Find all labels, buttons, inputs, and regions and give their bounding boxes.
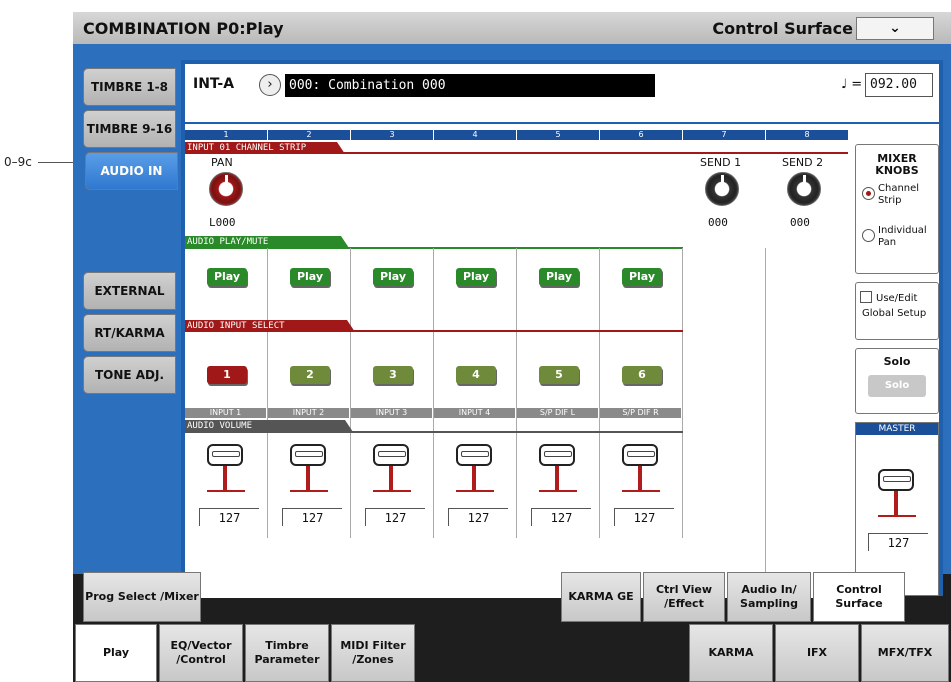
channel-number: 2 <box>268 130 350 140</box>
tab-timbre-9-16[interactable]: TIMBRE 9-16 <box>83 110 176 148</box>
send1-label: SEND 1 <box>700 156 742 169</box>
channel-number: 8 <box>766 130 848 140</box>
divider <box>185 330 683 332</box>
input-select-button[interactable]: 1 <box>207 366 247 384</box>
tab-audio-in[interactable]: AUDIO IN <box>85 152 178 190</box>
title-bar: COMBINATION P0:Play Control Surface ⌄ <box>73 12 951 44</box>
channel-number: 6 <box>600 130 682 140</box>
pan-knob[interactable] <box>209 172 243 206</box>
volume-value: 127 <box>199 508 259 526</box>
channel-strip-radio[interactable] <box>862 187 875 200</box>
send2-label: SEND 2 <box>782 156 824 169</box>
play-button[interactable]: Play <box>622 268 662 286</box>
divider <box>185 152 848 154</box>
chevron-down-icon: ⌄ <box>889 20 901 36</box>
play-button[interactable]: Play <box>539 268 579 286</box>
tempo-label: ♩ = <box>841 77 863 92</box>
tab-timbre-1-8[interactable]: TIMBRE 1-8 <box>83 68 176 106</box>
mixer-knobs-title: MIXER KNOBS <box>875 152 919 177</box>
input-select-button[interactable]: 5 <box>539 366 579 384</box>
mode-tab-karma[interactable]: KARMA <box>689 624 773 682</box>
master-label: MASTER <box>856 423 938 435</box>
solo-panel: Solo Solo <box>855 348 939 414</box>
program-select-arrow-icon[interactable]: › <box>259 74 281 96</box>
channel-number: 3 <box>351 130 433 140</box>
input-label: INPUT 2 <box>268 408 349 418</box>
tab-tone-adj[interactable]: TONE ADJ. <box>83 356 176 394</box>
tab-control-surface[interactable]: Control Surface <box>813 572 905 622</box>
mode-tab-midi-filter-zones[interactable]: MIDI Filter /Zones <box>331 624 415 682</box>
tab-ctrl-view-effect[interactable]: Ctrl View /Effect <box>643 572 725 622</box>
channel-number: 1 <box>185 130 267 140</box>
page-menu-title: Control Surface <box>712 19 853 38</box>
content-panel: INT-A › 000: Combination 000 ♩ = 092.00 … <box>181 60 943 598</box>
send1-knob[interactable] <box>705 172 739 206</box>
play-button[interactable]: Play <box>456 268 496 286</box>
mode-tab-mfx-tfx[interactable]: MFX/TFX <box>861 624 949 682</box>
main-area: TIMBRE 1-8 TIMBRE 9-16 AUDIO IN EXTERNAL… <box>73 44 951 598</box>
input-label: INPUT 3 <box>351 408 432 418</box>
global-setup-panel[interactable]: Use/Edit Global Setup <box>855 282 939 340</box>
channel-number: 7 <box>683 130 765 140</box>
volume-value: 127 <box>282 508 342 526</box>
mode-tab-eq-vector-control[interactable]: EQ/Vector /Control <box>159 624 243 682</box>
tab-audio-in-sampling[interactable]: Audio In/ Sampling <box>727 572 811 622</box>
window: COMBINATION P0:Play Control Surface ⌄ TI… <box>73 12 951 682</box>
individual-pan-label: Individual Pan <box>878 225 927 248</box>
callout-label: 0–9c <box>4 155 32 169</box>
solo-title: Solo <box>883 355 911 368</box>
tempo-field[interactable]: 092.00 <box>865 73 933 97</box>
input-select-button[interactable]: 4 <box>456 366 496 384</box>
program-name[interactable]: 000: Combination 000 <box>285 74 655 97</box>
input-select-button[interactable]: 6 <box>622 366 662 384</box>
play-button[interactable]: Play <box>373 268 413 286</box>
play-button[interactable]: Play <box>207 268 247 286</box>
channel-number: 5 <box>517 130 599 140</box>
mode-tab-play[interactable]: Play <box>75 624 157 682</box>
input-select-button[interactable]: 3 <box>373 366 413 384</box>
mixer-knobs-panel: MIXER KNOBS Channel Strip Individual Pan <box>855 144 939 274</box>
tab-external[interactable]: EXTERNAL <box>83 272 176 310</box>
master-panel: MASTER 127 <box>855 422 939 596</box>
mode-tab-ifx[interactable]: IFX <box>775 624 859 682</box>
page-title: COMBINATION P0:Play <box>83 19 284 38</box>
send1-value: 000 <box>708 216 728 229</box>
volume-value: 127 <box>448 508 508 526</box>
pan-value: L000 <box>209 216 236 229</box>
send2-value: 000 <box>790 216 810 229</box>
master-value: 127 <box>868 533 928 551</box>
tab-karma-ge[interactable]: KARMA GE <box>561 572 641 622</box>
volume-value: 127 <box>365 508 425 526</box>
volume-value: 127 <box>531 508 591 526</box>
tab-prog-select-mixer[interactable]: Prog Select /Mixer <box>83 572 201 622</box>
input-label: S/P DIF L <box>517 408 598 418</box>
channel-strip-label: Channel Strip <box>878 183 920 206</box>
input-label: INPUT 1 <box>185 408 266 418</box>
bank-select[interactable]: INT-A <box>193 76 234 92</box>
divider <box>185 431 683 433</box>
page-menu-button[interactable]: ⌄ <box>856 17 934 40</box>
volume-value: 127 <box>614 508 674 526</box>
input-label: S/P DIF R <box>600 408 681 418</box>
input-label: INPUT 4 <box>434 408 515 418</box>
input-select-button[interactable]: 2 <box>290 366 330 384</box>
divider <box>185 247 683 249</box>
solo-button[interactable]: Solo <box>868 375 926 397</box>
program-header: INT-A › 000: Combination 000 ♩ = 092.00 <box>185 64 939 124</box>
individual-pan-radio[interactable] <box>862 229 875 242</box>
tab-rt-karma[interactable]: RT/KARMA <box>83 314 176 352</box>
channel-number: 4 <box>434 130 516 140</box>
send2-knob[interactable] <box>787 172 821 206</box>
mode-tab-timbre-parameter[interactable]: Timbre Parameter <box>245 624 329 682</box>
pan-label: PAN <box>211 156 233 169</box>
play-button[interactable]: Play <box>290 268 330 286</box>
mixer-area: 1 2 3 4 5 6 7 8 INPUT 01 CHANNEL STRIP P… <box>185 126 848 598</box>
global-setup-label: Use/Edit Global Setup <box>862 293 927 319</box>
